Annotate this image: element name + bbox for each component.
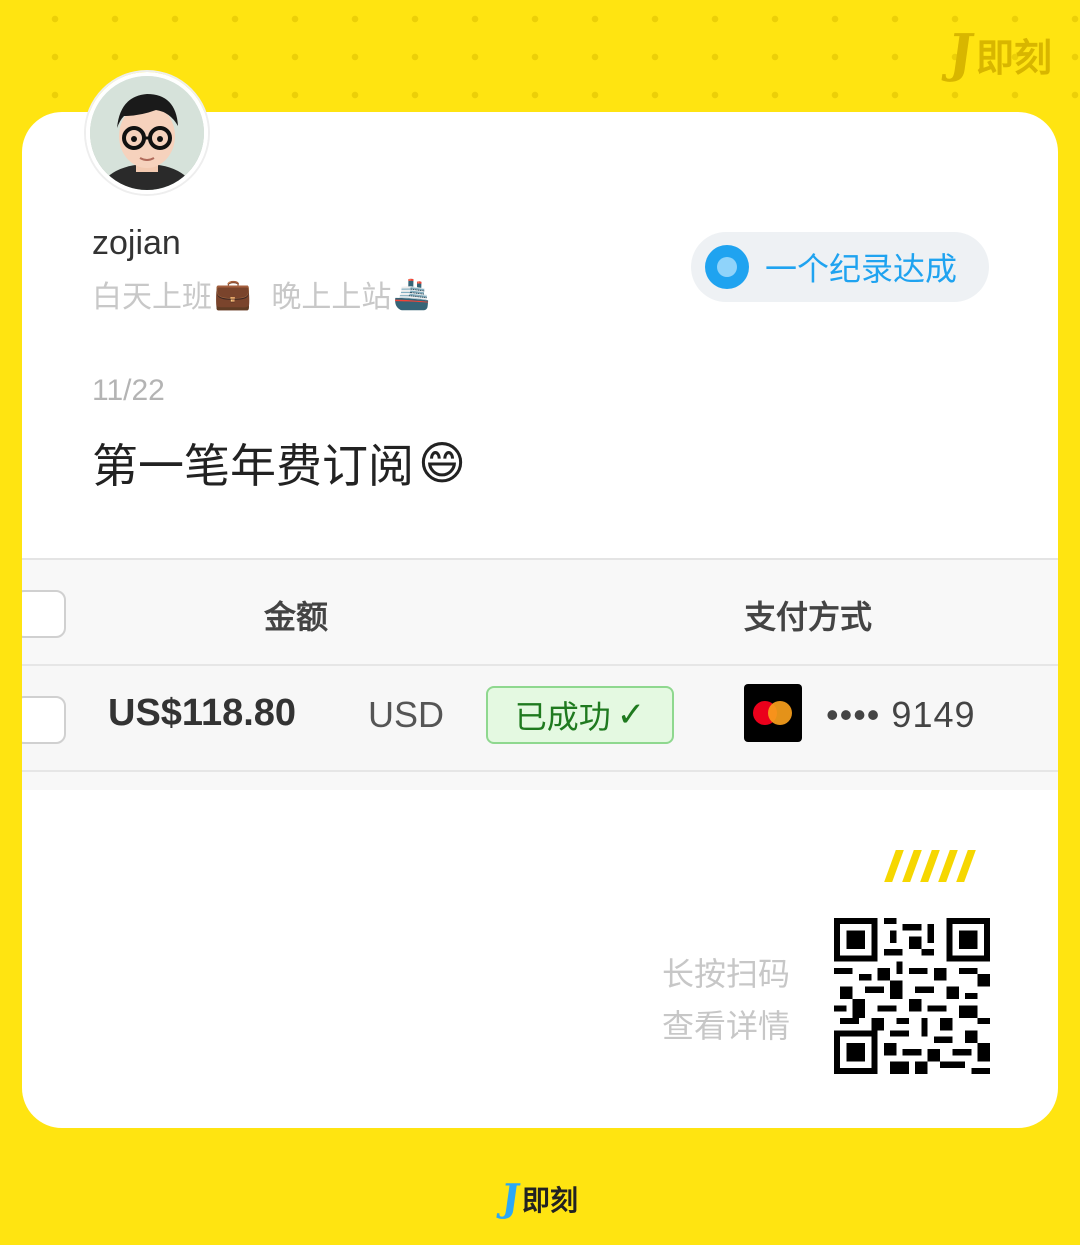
post-date: 11/22 [92,374,165,407]
scan-hint-line1: 长按扫码 [662,955,791,993]
record-dot-icon [705,245,749,289]
bio-text-night: 晚上上站 [271,280,392,315]
payment-screenshot: 金额 支付方式 US$118.80 USD 已成功 ✓ •••• 9149 [22,558,1058,790]
avatar[interactable] [86,72,208,194]
record-badge[interactable]: 一个纪录达成 [691,232,989,302]
scan-hint: 长按扫码 查看详情 [662,948,790,1052]
share-card: zojian 白天上班 💼 晚上上站 🚢 一个纪录达成 11/22 第一笔年费订… [22,112,1058,1128]
mastercard-icon [744,684,802,742]
brand-logo-bottom: J 即刻 [0,1175,1080,1220]
card-number-masked: •••• 9149 [826,694,976,735]
row-checkbox[interactable] [22,696,66,744]
brand-logo-name: 即刻 [975,36,1052,80]
post-text-content: 第一笔年费订阅 [92,439,414,493]
brand-logo-top: J 即刻 [945,23,1052,84]
ship-icon: 🚢 [393,276,431,312]
bio-text-day: 白天上班 [92,280,212,315]
payment-amount: US$118.80 [108,692,297,734]
brand-logo-letter-bottom: J [498,1175,524,1220]
user-bio: 白天上班 💼 晚上上站 🚢 [92,272,431,316]
qr-code[interactable] [834,918,990,1074]
username[interactable]: zojian [92,224,181,263]
checkmark-icon: ✓ [616,695,646,735]
record-badge-label: 一个纪录达成 [765,250,958,288]
column-header-payment-method: 支付方式 [744,598,873,636]
payment-currency: USD [368,694,445,735]
status-badge: 已成功 ✓ [486,686,674,744]
column-header-amount: 金额 [264,598,329,636]
brand-logo-name-bottom: 即刻 [521,1184,578,1217]
table-header: 金额 支付方式 [22,560,1058,666]
briefcase-icon: 💼 [214,276,252,312]
grinning-face-icon: 😄 [418,436,466,490]
table-row[interactable]: US$118.80 USD 已成功 ✓ •••• 9149 [22,666,1058,772]
scan-hint-line2: 查看详情 [662,1007,791,1045]
decorative-stripes [884,850,976,882]
brand-logo-letter: J [945,23,979,84]
header-checkbox[interactable] [22,590,66,638]
post-text: 第一笔年费订阅 😄 [92,430,466,496]
status-label: 已成功 [514,698,611,736]
